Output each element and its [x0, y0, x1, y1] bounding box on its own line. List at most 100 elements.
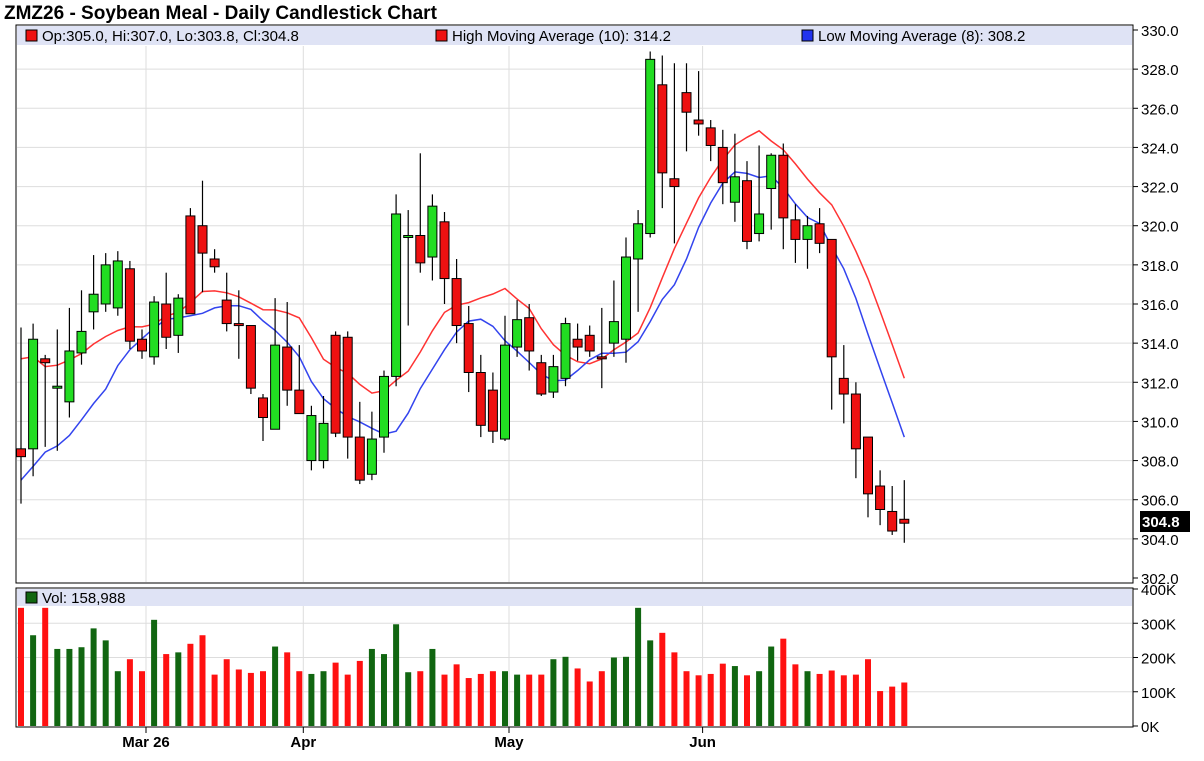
- candle-body: [826, 238, 837, 358]
- candle-body: [657, 84, 668, 174]
- volume-bar: [852, 674, 859, 726]
- candle-body: [318, 422, 329, 462]
- candle-body: [512, 319, 523, 348]
- volume-bar: [211, 674, 218, 726]
- volume-bar: [163, 654, 170, 726]
- candle-body: [463, 323, 474, 374]
- volume-bar: [356, 660, 363, 726]
- candle-body: [100, 264, 111, 305]
- volume-bar: [707, 673, 714, 726]
- low-ma-swatch: [801, 29, 814, 42]
- candle-body: [560, 323, 571, 379]
- candle: [112, 251, 123, 316]
- x-tick-label: Apr: [290, 734, 316, 751]
- volume-bar: [332, 662, 339, 726]
- volume-swatch: [25, 591, 38, 604]
- candle-body: [487, 389, 498, 432]
- volume-bar: [502, 671, 508, 726]
- price-tick-label: 326.0: [1141, 101, 1179, 118]
- volume-bar: [683, 671, 690, 726]
- candle-body: [548, 366, 559, 393]
- price-tick-label: 322.0: [1141, 180, 1179, 197]
- volume-bar: [90, 628, 97, 726]
- price-tick-label: 304.0: [1141, 532, 1179, 549]
- candle-body: [814, 223, 825, 244]
- volume-bar: [30, 635, 37, 726]
- volume-bar: [610, 657, 617, 726]
- candle-body: [875, 485, 886, 510]
- candle-body: [64, 350, 75, 403]
- candle: [560, 317, 571, 387]
- volume-bar: [865, 659, 871, 726]
- candle-body: [742, 180, 752, 242]
- candlestick-chart: ZMZ26 - Soybean Meal - Daily Candlestick…: [0, 0, 1204, 761]
- ohlc-legend: Op:305.0, Hi:307.0, Lo:303.8, Cl:304.8: [42, 28, 299, 45]
- volume-bar: [538, 674, 545, 726]
- volume-bar: [901, 682, 908, 726]
- volume-bar: [417, 671, 424, 726]
- candle-body: [76, 330, 87, 354]
- candle-body: [28, 338, 39, 450]
- candle: [149, 296, 160, 365]
- volume-bar: [199, 635, 206, 726]
- volume-bar: [562, 656, 569, 726]
- candle-body: [306, 415, 317, 462]
- candle-body: [475, 372, 486, 426]
- volume-bar: [598, 671, 605, 726]
- candle-body: [584, 334, 595, 352]
- candle-body: [887, 510, 898, 532]
- candle-body: [717, 146, 728, 184]
- volume-bar: [429, 648, 436, 726]
- volume-bar: [441, 674, 448, 726]
- volume-bar: [828, 670, 835, 726]
- volume-bar: [393, 624, 400, 726]
- candle-body: [185, 215, 196, 315]
- volume-bar: [54, 648, 61, 726]
- volume-bar: [731, 666, 738, 726]
- volume-bar: [42, 607, 49, 726]
- candle-body: [838, 377, 849, 395]
- volume-bar: [284, 652, 291, 726]
- candle-body: [173, 297, 184, 336]
- candle-body: [221, 299, 232, 325]
- candle-body: [621, 256, 631, 340]
- candle-body: [403, 235, 414, 238]
- volume-bar: [235, 669, 242, 726]
- volume-bar: [260, 671, 266, 726]
- candle-body: [899, 518, 910, 524]
- candle-body: [209, 258, 220, 268]
- price-tick-label: 318.0: [1141, 258, 1179, 275]
- volume-bar: [526, 674, 533, 726]
- volume-bar: [308, 673, 315, 726]
- candle-body: [693, 119, 704, 125]
- volume-bar: [695, 675, 702, 726]
- volume-bar: [126, 659, 133, 726]
- high-ma-legend: High Moving Average (10): 314.2: [452, 28, 671, 45]
- candle-body: [524, 317, 535, 352]
- volume-bar: [550, 659, 557, 726]
- volume-bar: [187, 643, 194, 726]
- candle-body: [863, 436, 873, 495]
- candle-body: [608, 321, 619, 344]
- volume-bar: [66, 648, 73, 726]
- volume-tick-label: 0K: [1141, 719, 1159, 736]
- candle-body: [16, 448, 26, 458]
- candle-body: [294, 389, 305, 415]
- volume-bar: [756, 671, 763, 726]
- volume-legend-bar: [17, 589, 1132, 606]
- candle-body: [330, 334, 341, 434]
- x-tick-label: Jun: [689, 734, 716, 751]
- candle-body: [572, 338, 583, 348]
- price-tick-label: 330.0: [1141, 23, 1179, 40]
- price-tick-label: 320.0: [1141, 219, 1179, 236]
- volume-tick-label: 100K: [1141, 685, 1176, 702]
- candle-body: [366, 438, 377, 475]
- volume-bar: [877, 691, 884, 726]
- volume-tick-label: 400K: [1141, 582, 1176, 599]
- price-tick-label: 308.0: [1141, 454, 1179, 471]
- candle-body: [645, 58, 656, 235]
- volume-bar: [381, 654, 387, 726]
- candle-body: [233, 323, 244, 327]
- last-price-label: 304.8: [1142, 514, 1180, 531]
- candle-body: [342, 336, 353, 438]
